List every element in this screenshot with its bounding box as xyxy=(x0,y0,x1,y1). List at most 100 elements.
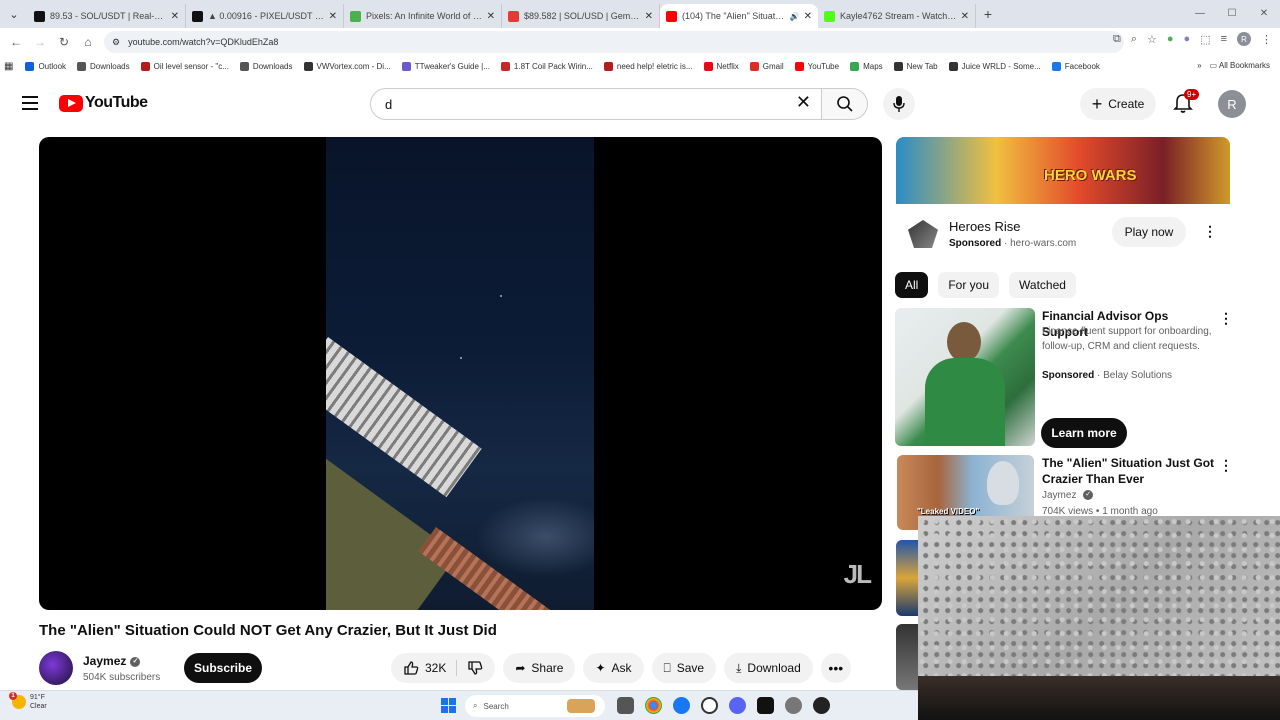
audio-playing-icon[interactable]: 🔊 xyxy=(790,12,800,21)
omnibox[interactable]: ⚙ youtube.com/watch?v=QDKludEhZa8 xyxy=(104,31,1124,53)
close-window-button[interactable]: ✕ xyxy=(1248,0,1280,28)
site-info-icon[interactable]: ⚙ xyxy=(112,37,120,48)
file-explorer-icon[interactable] xyxy=(617,697,634,714)
rec-thumbnail-partial[interactable] xyxy=(896,624,918,690)
bookmark-item[interactable]: Netflix xyxy=(703,61,739,71)
ad-title[interactable]: Heroes Rise xyxy=(949,219,1021,234)
settings-gear-icon[interactable] xyxy=(785,697,802,714)
bookmark-item[interactable]: Maps xyxy=(850,61,883,71)
thumb-label: "Leaked VIDEO" xyxy=(917,507,980,516)
chatgpt-icon[interactable] xyxy=(701,697,718,714)
extensions-puzzle-icon[interactable]: ⬚ xyxy=(1200,33,1210,46)
browser-tab[interactable]: Kayle4762 Stream - Watch Live ✕ xyxy=(818,4,976,28)
cast-icon[interactable]: ⧉ xyxy=(1113,33,1121,46)
weather-widget[interactable]: 1 91°F Clear xyxy=(9,692,47,711)
media-control-icon[interactable]: ≡ xyxy=(1221,33,1227,45)
discord-icon[interactable] xyxy=(729,697,746,714)
sponsored-recommendation[interactable]: Financial Advisor Ops Support Finance-fl… xyxy=(895,308,1235,448)
search-highlight-icon xyxy=(567,699,595,713)
chip-watched[interactable]: Watched xyxy=(1009,272,1076,298)
tab-search-button[interactable]: ⌄ xyxy=(0,0,28,28)
youtube-logo[interactable]: YouTube xyxy=(59,94,148,112)
zoom-icon[interactable]: ⌕ xyxy=(1131,33,1137,46)
all-bookmarks-folder[interactable]: ▭ All Bookmarks xyxy=(1210,56,1270,76)
profile-avatar[interactable]: R xyxy=(1237,32,1251,46)
menu-icon[interactable] xyxy=(22,96,38,110)
apps-grid-icon[interactable]: ▦ xyxy=(4,61,13,72)
channel-name[interactable]: Jaymez ✓ xyxy=(83,654,141,668)
notifications-button[interactable]: 9+ xyxy=(1172,89,1200,116)
minimize-button[interactable]: — xyxy=(1184,0,1216,28)
close-tab-icon[interactable]: ✕ xyxy=(171,11,179,22)
app-icon[interactable] xyxy=(813,697,830,714)
facebook-icon[interactable] xyxy=(673,697,690,714)
browser-tab[interactable]: (104) The "Alien" Situation 🔊 ✕ xyxy=(660,4,818,28)
subscribe-button[interactable]: Subscribe xyxy=(184,653,262,683)
bookmarks-overflow-icon[interactable]: » xyxy=(1197,56,1201,76)
ad-banner-image[interactable]: HERO WARS xyxy=(896,137,1230,204)
video-player[interactable]: JL xyxy=(39,137,882,610)
new-tab-button[interactable]: + xyxy=(976,6,1000,22)
more-actions-button[interactable]: ••• xyxy=(820,653,851,683)
tiktok-icon[interactable] xyxy=(757,697,774,714)
bookmark-item[interactable]: Facebook xyxy=(1051,61,1100,71)
rec-menu-icon[interactable]: ⋮ xyxy=(1219,457,1233,474)
clear-search-icon[interactable]: ✕ xyxy=(796,92,811,113)
chip-for-you[interactable]: For you xyxy=(938,272,1000,298)
bookmark-item[interactable]: Gmail xyxy=(749,61,784,71)
back-button[interactable]: ← xyxy=(4,35,28,49)
bookmark-item[interactable]: Oil level sensor - "c... xyxy=(140,61,229,71)
bookmark-item[interactable]: Downloads xyxy=(239,61,293,71)
ask-button[interactable]: ✦ Ask xyxy=(583,653,644,683)
bookmark-item[interactable]: TTweaker's Guide |... xyxy=(401,61,490,71)
browser-tab[interactable]: Pixels: An Infinite World of End ✕ xyxy=(344,4,502,28)
account-avatar[interactable]: R xyxy=(1218,90,1246,118)
save-button[interactable]: ⎕ Save xyxy=(651,653,717,683)
browser-tab[interactable]: ▲ 0.00916 - PIXEL/USDT | Real- ✕ xyxy=(186,4,344,28)
bookmark-star-icon[interactable]: ☆ xyxy=(1147,33,1157,46)
voice-search-button[interactable] xyxy=(883,88,915,120)
channel-avatar[interactable] xyxy=(39,651,73,685)
bookmark-item[interactable]: New Tab xyxy=(893,61,938,71)
close-tab-icon[interactable]: ✕ xyxy=(329,11,337,22)
extension-icon[interactable]: ● xyxy=(1184,33,1191,45)
forward-button[interactable]: → xyxy=(28,35,52,49)
tab-favicon-icon xyxy=(350,10,361,22)
search-button[interactable] xyxy=(822,88,868,120)
search-input[interactable]: d ✕ xyxy=(370,88,822,120)
chip-all[interactable]: All xyxy=(895,272,929,298)
download-button[interactable]: ⤓ Download xyxy=(724,653,813,683)
bookmark-item[interactable]: Outlook xyxy=(25,61,66,71)
create-button[interactable]: + Create xyxy=(1080,88,1156,120)
rec-menu-icon[interactable]: ⋮ xyxy=(1219,310,1233,327)
like-button[interactable]: 32K xyxy=(391,660,458,676)
browser-menu-icon[interactable]: ⋮ xyxy=(1261,33,1272,46)
bookmark-label: Gmail xyxy=(762,61,784,71)
close-tab-icon[interactable]: ✕ xyxy=(645,11,653,22)
ad-menu-icon[interactable]: ⋮ xyxy=(1203,223,1217,240)
taskbar-search[interactable]: ⌕ Search xyxy=(465,695,605,717)
bookmark-item[interactable]: need help! eletric is... xyxy=(603,61,693,71)
browser-tab[interactable]: $89.582 | SOL/USD | Gemini - ✕ xyxy=(502,4,660,28)
bookmark-item[interactable]: 1.8T Coil Pack Wirin... xyxy=(500,61,593,71)
extension-icon[interactable]: ● xyxy=(1167,33,1174,45)
home-button[interactable]: ⌂ xyxy=(76,35,100,49)
browser-tab[interactable]: 89.53 - SOL/USDT | Real-Tim ✕ xyxy=(28,4,186,28)
bookmark-item[interactable]: Juice WRLD - Some... xyxy=(948,61,1041,71)
rec-thumbnail-partial[interactable] xyxy=(896,540,918,616)
windows-start-icon[interactable] xyxy=(441,698,456,713)
reload-button[interactable]: ↻ xyxy=(52,35,76,49)
close-tab-icon[interactable]: ✕ xyxy=(961,11,969,22)
bookmark-item[interactable]: YouTube xyxy=(794,61,839,71)
tab-favicon-icon xyxy=(34,10,45,22)
bookmark-item[interactable]: Downloads xyxy=(77,61,130,71)
dislike-button[interactable] xyxy=(457,660,495,676)
bookmark-item[interactable]: VWVortex.com - Di... xyxy=(303,61,391,71)
share-button[interactable]: ➦ Share xyxy=(503,653,576,683)
learn-more-button[interactable]: Learn more xyxy=(1041,418,1127,448)
play-now-button[interactable]: Play now xyxy=(1112,217,1186,247)
close-tab-icon[interactable]: ✕ xyxy=(487,11,495,22)
chrome-icon[interactable] xyxy=(645,697,662,714)
close-tab-icon[interactable]: ✕ xyxy=(804,11,812,22)
maximize-button[interactable]: ☐ xyxy=(1216,0,1248,28)
